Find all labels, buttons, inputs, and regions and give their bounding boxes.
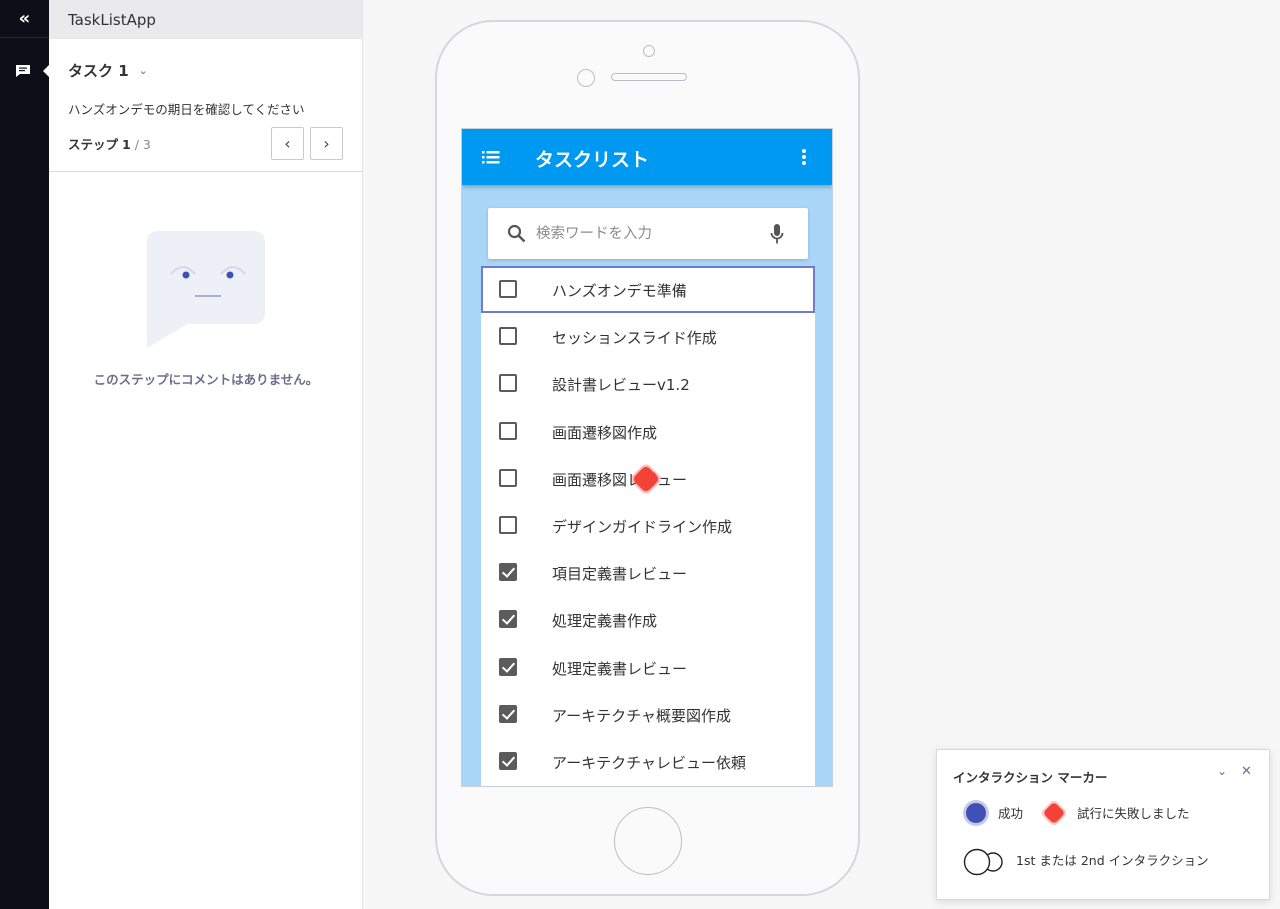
success-label: 成功 [998, 806, 1024, 821]
failure-marker-icon [1041, 800, 1067, 826]
task-checkbox[interactable] [499, 610, 517, 629]
task-label: セッションスライド作成 [552, 329, 717, 348]
step-indicator: ステップ 1 / 3 [68, 134, 151, 153]
search-bar [488, 208, 808, 259]
next-step-button[interactable]: › [310, 127, 343, 160]
step-current: 1 [122, 137, 131, 152]
task-list-item[interactable]: 設計書レビューv1.2 [481, 360, 815, 407]
task-checkbox[interactable] [499, 327, 517, 346]
task-checkbox[interactable] [499, 752, 517, 770]
task-title: タスク 1 [68, 62, 129, 80]
sequence-label: 1st または 2nd インタラクション [1016, 853, 1209, 868]
task-checkbox[interactable] [499, 704, 517, 723]
task-list-item[interactable]: アーキテクチャ概要図作成 [481, 691, 815, 738]
list-menu-icon[interactable] [482, 149, 500, 165]
interaction-marker-legend: インタラクション マーカー ⌄ ✕ 成功 試行に失敗しました 1st または 2… [936, 749, 1270, 900]
app-bar: タスクリスト [462, 129, 832, 185]
task-label: アーキテクチャレビュー依頼 [552, 754, 746, 772]
success-marker-icon [963, 800, 989, 826]
task-checkbox[interactable] [499, 421, 517, 440]
step-total: / 3 [134, 137, 151, 152]
chevron-down-icon: ⌄ [138, 64, 148, 77]
left-rail: « [0, 0, 50, 909]
phone-speaker [611, 73, 687, 81]
guide-panel: TaskListApp タスク 1 ⌄ ハンズオンデモの期日を確認してください … [49, 0, 363, 909]
task-label: 画面遷移図レビュー [552, 470, 688, 489]
legend-title: インタラクション マーカー [953, 770, 1108, 785]
task-list: ハンズオンデモ準備セッションスライド作成 設計書レビューv1.2 画面遷移図作成画面… [481, 266, 815, 786]
empty-comments-message: このステップにコメントはありません。 [93, 372, 319, 387]
task-checkbox[interactable] [499, 516, 517, 534]
search-input[interactable] [536, 220, 756, 247]
failed-interaction-marker [631, 464, 661, 494]
chevron-down-icon[interactable]: ⌄ [1217, 764, 1227, 778]
app-screen: タスクリスト ハンズオンデモ準備セッションスライド作成設計書レビューv1.2 画面… [461, 128, 833, 787]
task-label: デザインガイドライン作成 [552, 518, 733, 536]
task-description: ハンズオンデモの期日を確認してください [68, 102, 305, 117]
task-checkbox[interactable] [499, 468, 517, 487]
task-list-item[interactable]: 画面遷移図作成 [481, 408, 815, 455]
sequence-marker-icon [963, 848, 1003, 876]
task-label: 設計書レビューv1.2 [552, 376, 690, 395]
phone-home-button[interactable] [614, 807, 682, 875]
task-checkbox[interactable] [499, 563, 517, 582]
task-list-item[interactable]: 処理定義書作成 [481, 596, 815, 643]
task-selector[interactable]: タスク 1 ⌄ [68, 60, 148, 81]
task-label: アーキテクチャ概要図作成 [552, 706, 731, 725]
task-label: 処理定義書レビュー [552, 659, 688, 678]
failure-label: 試行に失敗しました [1077, 806, 1190, 821]
app-title: タスクリスト [535, 149, 650, 171]
task-list-item[interactable]: セッションスライド作成 [481, 313, 815, 360]
more-vert-icon[interactable] [796, 147, 812, 167]
task-label: 項目定義書レビュー [552, 565, 688, 584]
task-list-item[interactable]: ハンズオンデモ準備 [481, 266, 815, 313]
task-list-item[interactable]: アーキテクチャレビュー依頼 [481, 738, 815, 785]
close-icon[interactable]: ✕ [1241, 764, 1252, 779]
previous-step-button[interactable]: ‹ [271, 127, 304, 160]
task-label: 処理定義書作成 [552, 612, 658, 631]
comment-icon[interactable] [15, 64, 31, 78]
empty-comment-face-icon [147, 231, 265, 348]
step-label: ステップ [68, 137, 119, 152]
collapse-panel-button[interactable]: « [0, 0, 49, 38]
divider [49, 171, 363, 172]
task-label: 画面遷移図作成 [552, 423, 658, 442]
task-checkbox[interactable] [499, 657, 517, 676]
microphone-icon[interactable] [770, 223, 784, 245]
phone-sensor [577, 69, 595, 87]
task-checkbox[interactable] [499, 374, 517, 393]
search-icon [507, 224, 526, 243]
phone-camera [643, 45, 655, 57]
app-name: TaskListApp [49, 0, 362, 39]
task-list-item[interactable]: 処理定義書レビュー [481, 644, 815, 691]
task-list-item[interactable]: 項目定義書レビュー [481, 549, 815, 596]
task-checkbox[interactable] [499, 280, 517, 298]
task-label: ハンズオンデモ準備 [552, 282, 687, 300]
task-list-item[interactable]: デザインガイドライン作成 [481, 502, 815, 549]
